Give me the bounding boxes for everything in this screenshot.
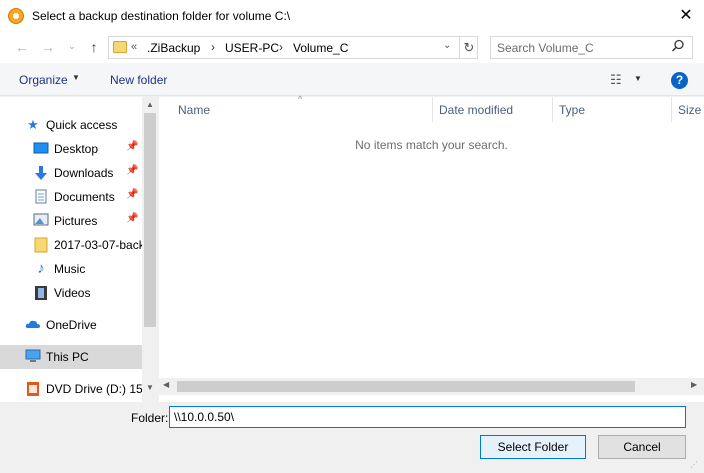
- folder-icon: [33, 237, 49, 253]
- cancel-button[interactable]: Cancel: [598, 435, 686, 459]
- sidebar-item-this-pc[interactable]: This PC: [0, 345, 142, 369]
- window-title: Select a backup destination folder for v…: [32, 9, 291, 23]
- scroll-right-icon[interactable]: ▶: [691, 380, 697, 389]
- sidebar-item-documents[interactable]: Documents 📌: [0, 185, 142, 209]
- scroll-left-icon[interactable]: ◀: [163, 380, 169, 389]
- sidebar-item-pictures[interactable]: Pictures 📌: [0, 209, 142, 233]
- back-button[interactable]: ←: [12, 37, 32, 57]
- navigation-pane[interactable]: ★ Quick access Desktop 📌 Downloads 📌 Doc…: [0, 97, 158, 402]
- sidebar-item-downloads[interactable]: Downloads 📌: [0, 161, 142, 185]
- computer-icon: [25, 349, 41, 365]
- pin-icon[interactable]: 📌: [126, 165, 138, 176]
- column-header-size[interactable]: Size: [678, 103, 701, 117]
- sidebar-item-quick-access[interactable]: ★ Quick access: [0, 113, 142, 137]
- sidebar-item-label: This PC: [46, 350, 89, 364]
- breadcrumb-volume-c[interactable]: Volume_C: [293, 41, 348, 55]
- sidebar-item-onedrive[interactable]: OneDrive: [0, 313, 142, 337]
- sort-ascending-icon: ^: [298, 94, 303, 104]
- sidebar-item-label: OneDrive: [46, 318, 97, 332]
- folder-label: Folder:: [131, 411, 169, 425]
- column-divider[interactable]: [432, 97, 433, 122]
- command-bar: Organize ▼ New folder ☷ ▼ ?: [0, 63, 704, 96]
- title-bar: Select a backup destination folder for v…: [0, 0, 704, 31]
- address-bar[interactable]: « .ZiBackup › USER-PC › Volume_C ⌄ ↻: [108, 36, 478, 59]
- sidebar-item-label: Downloads: [54, 166, 114, 180]
- sidebar-item-desktop[interactable]: Desktop 📌: [0, 137, 142, 161]
- sidebar-item-label: Desktop: [54, 142, 99, 156]
- sidebar-item-label: Videos: [54, 286, 91, 300]
- sidebar-item-label: Quick access: [46, 118, 118, 132]
- column-header-type[interactable]: Type: [559, 103, 585, 117]
- forward-button[interactable]: →: [38, 37, 58, 57]
- column-divider[interactable]: [552, 97, 553, 122]
- search-icon[interactable]: [671, 39, 685, 56]
- horizontal-scrollbar[interactable]: ◀ ▶: [159, 378, 704, 395]
- close-button[interactable]: ✕: [668, 0, 704, 31]
- sidebar-item-label: 2017-03-07-back: [54, 238, 145, 252]
- folder-icon: [113, 41, 127, 53]
- videos-icon: [33, 285, 49, 301]
- pin-icon[interactable]: 📌: [126, 189, 138, 200]
- sidebar-item-label: DVD Drive (D:) 15.: [46, 382, 147, 396]
- scroll-down-icon[interactable]: ▼: [142, 380, 158, 396]
- sidebar-item-music[interactable]: ♪ Music: [0, 257, 142, 281]
- view-options-icon[interactable]: ☷: [610, 72, 622, 88]
- music-icon: ♪: [37, 260, 45, 277]
- download-icon: [33, 165, 49, 181]
- refresh-button[interactable]: ↻: [459, 37, 478, 58]
- dvd-drive-icon: [25, 381, 41, 397]
- sidebar-item-dvd-drive[interactable]: DVD Drive (D:) 15.: [0, 377, 146, 401]
- pin-icon[interactable]: 📌: [126, 141, 138, 152]
- breadcrumb-separator[interactable]: ›: [211, 40, 215, 54]
- documents-icon: [33, 189, 49, 205]
- sidebar-item-backup-folder[interactable]: 2017-03-07-back: [0, 233, 145, 257]
- overflow-crumb[interactable]: «: [131, 41, 137, 53]
- folder-field[interactable]: [169, 406, 686, 428]
- breadcrumb-user-pc[interactable]: USER-PC: [225, 41, 279, 55]
- search-box[interactable]: [490, 36, 693, 59]
- recent-locations-button[interactable]: ⌄: [62, 37, 82, 57]
- sidebar-scroll-thumb[interactable]: [144, 113, 156, 327]
- column-divider[interactable]: [671, 97, 672, 122]
- column-header-name[interactable]: Name: [178, 103, 210, 117]
- help-icon[interactable]: ?: [671, 72, 688, 89]
- search-input[interactable]: [497, 40, 667, 56]
- select-folder-button[interactable]: Select Folder: [480, 435, 586, 459]
- sidebar-item-label: Pictures: [54, 214, 98, 228]
- star-icon: ★: [27, 117, 39, 132]
- pin-icon[interactable]: 📌: [126, 213, 138, 224]
- scroll-up-icon[interactable]: ▲: [142, 97, 158, 113]
- new-folder-button[interactable]: New folder: [110, 73, 167, 87]
- navigation-row: ← → ⌄ ↑ « .ZiBackup › USER-PC › Volume_C…: [0, 31, 704, 63]
- address-dropdown-icon[interactable]: ⌄: [443, 40, 451, 51]
- app-icon: [8, 8, 24, 24]
- cloud-icon: [25, 317, 41, 333]
- empty-message: No items match your search.: [355, 138, 508, 152]
- column-header-date-modified[interactable]: Date modified: [439, 103, 513, 117]
- sidebar-item-label: Music: [54, 262, 86, 276]
- desktop-icon: [33, 141, 49, 157]
- up-button[interactable]: ↑: [84, 37, 104, 57]
- sidebar-item-videos[interactable]: Videos: [0, 281, 142, 305]
- file-list[interactable]: ^ Name Date modified Type Size No items …: [159, 94, 704, 402]
- resize-grip-icon[interactable]: ⋰: [690, 460, 698, 469]
- chevron-down-icon[interactable]: ▼: [634, 74, 642, 83]
- organize-button[interactable]: Organize: [19, 73, 68, 87]
- breadcrumb-separator[interactable]: ›: [279, 40, 283, 54]
- horizontal-scroll-thumb[interactable]: [177, 381, 635, 392]
- chevron-down-icon[interactable]: ▼: [72, 73, 80, 82]
- pictures-icon: [33, 213, 49, 229]
- breadcrumb-zibackup[interactable]: .ZiBackup: [147, 41, 200, 55]
- sidebar-item-label: Documents: [54, 190, 115, 204]
